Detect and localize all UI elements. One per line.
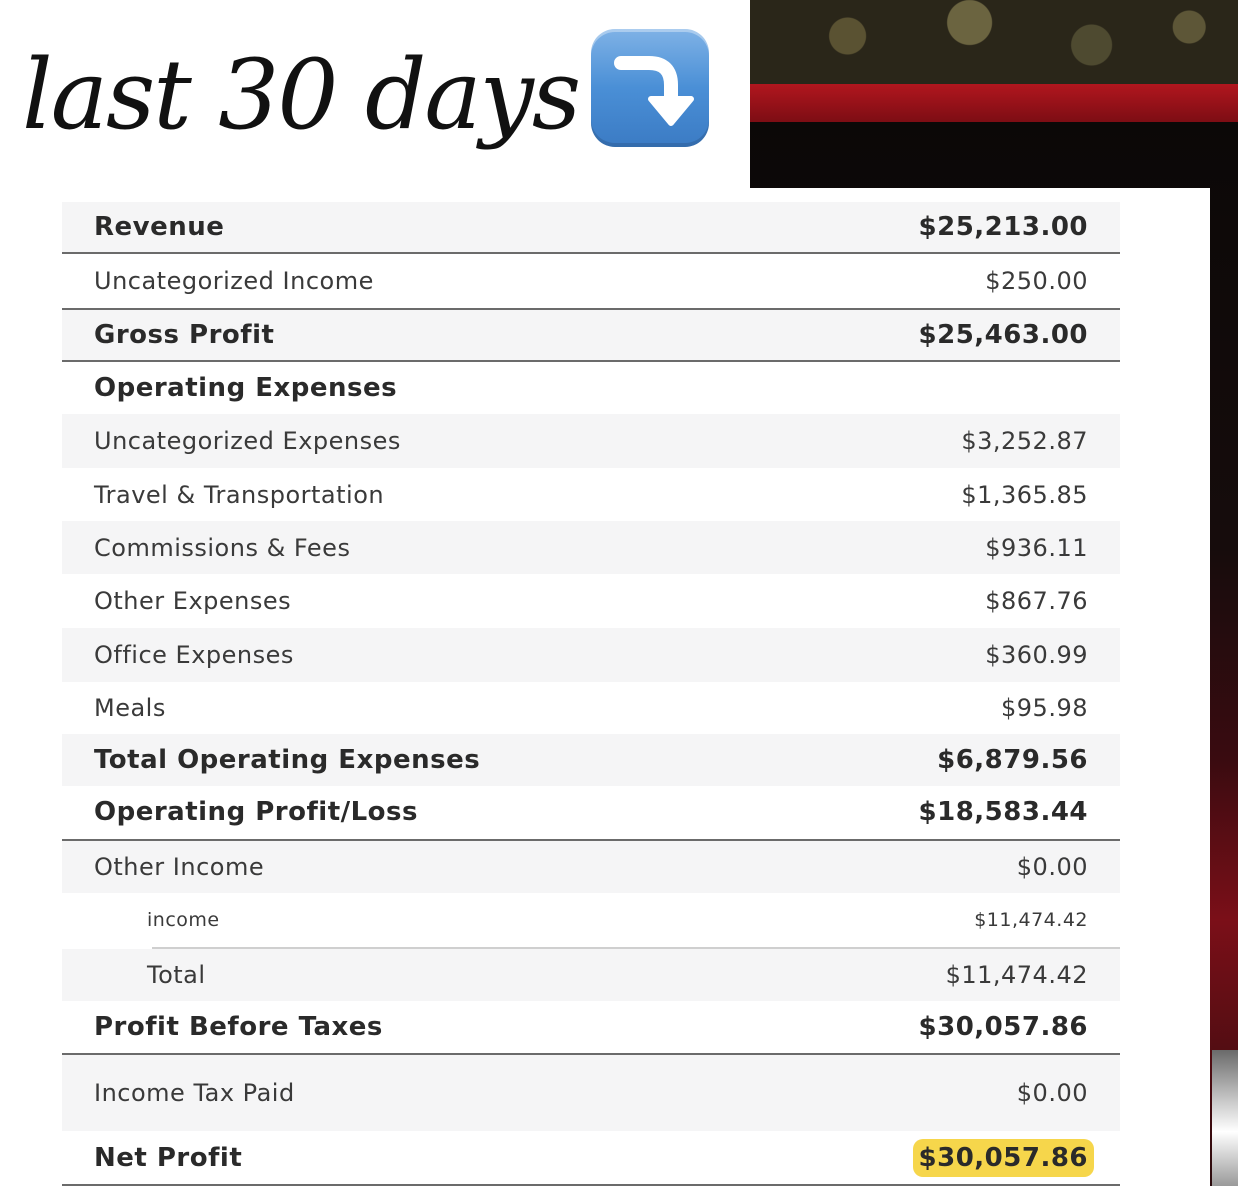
expense-amount: $3,252.87 xyxy=(961,427,1088,455)
other-income-label: Other Income xyxy=(94,853,265,881)
profit-before-taxes-label: Profit Before Taxes xyxy=(94,1012,383,1042)
photo-car-stripe xyxy=(750,84,1238,122)
expense-row: Meals $95.98 xyxy=(62,682,1120,734)
other-income-detail-row: income $11,474.42 xyxy=(62,893,1120,947)
gross-profit-amount: $25,463.00 xyxy=(918,320,1088,350)
income-tax-paid-row: Income Tax Paid $0.00 xyxy=(62,1055,1120,1131)
expense-row: Office Expenses $360.99 xyxy=(62,628,1120,682)
revenue-amount: $25,213.00 xyxy=(918,212,1088,242)
expense-label: Uncategorized Expenses xyxy=(94,427,401,455)
net-profit-row: Net Profit $30,057.86 xyxy=(62,1131,1120,1185)
total-operating-expenses-label: Total Operating Expenses xyxy=(94,745,481,775)
operating-expenses-header: Operating Expenses xyxy=(94,373,398,403)
total-operating-expenses-row: Total Operating Expenses $6,879.56 xyxy=(62,734,1120,786)
other-income-detail-label: income xyxy=(147,909,220,931)
operating-profit-loss-row: Operating Profit/Loss $18,583.44 xyxy=(62,786,1120,838)
net-profit-label: Net Profit xyxy=(94,1143,243,1173)
expense-amount: $936.11 xyxy=(985,533,1088,562)
other-income-row: Other Income $0.00 xyxy=(62,841,1120,893)
expense-row: Uncategorized Expenses $3,252.87 xyxy=(62,414,1120,468)
expense-amount: $867.76 xyxy=(985,587,1088,615)
photo-chrome-trim xyxy=(1212,1050,1238,1186)
other-income-detail-amount: $11,474.42 xyxy=(974,909,1088,931)
expense-label: Travel & Transportation xyxy=(94,480,385,509)
expense-amount: $1,365.85 xyxy=(961,480,1088,509)
uncategorized-income-row: Uncategorized Income $250.00 xyxy=(62,254,1120,308)
expense-row: Commissions & Fees $936.11 xyxy=(62,521,1120,574)
uncategorized-income-label: Uncategorized Income xyxy=(94,267,374,295)
uncategorized-income-amount: $250.00 xyxy=(985,267,1088,295)
revenue-label: Revenue xyxy=(94,212,225,242)
gross-profit-row: Gross Profit $25,463.00 xyxy=(62,310,1120,360)
revenue-row: Revenue $25,213.00 xyxy=(62,202,1120,252)
expense-label: Other Expenses xyxy=(94,587,292,615)
expense-row: Other Expenses $867.76 xyxy=(62,574,1120,628)
income-tax-paid-label: Income Tax Paid xyxy=(94,1079,295,1107)
expense-label: Meals xyxy=(94,694,166,722)
expense-amount: $360.99 xyxy=(985,641,1088,669)
photo-foliage xyxy=(750,0,1238,90)
other-income-amount: $0.00 xyxy=(1016,853,1088,881)
operating-profit-loss-amount: $18,583.44 xyxy=(918,797,1088,827)
income-tax-paid-amount: $0.00 xyxy=(1016,1079,1088,1107)
total-operating-expenses-amount: $6,879.56 xyxy=(937,745,1088,775)
expense-label: Office Expenses xyxy=(94,641,294,669)
page-title: last 30 days xyxy=(22,39,581,151)
profit-before-taxes-row: Profit Before Taxes $30,057.86 xyxy=(62,1001,1120,1053)
other-income-total-label: Total xyxy=(147,961,206,989)
expense-row: Travel & Transportation $1,365.85 xyxy=(62,468,1120,521)
operating-profit-loss-label: Operating Profit/Loss xyxy=(94,797,418,827)
other-income-total-amount: $11,474.42 xyxy=(945,961,1088,989)
expense-amount: $95.98 xyxy=(1001,694,1088,722)
operating-expenses-header-row: Operating Expenses xyxy=(62,362,1120,414)
right-arrow-curving-down-icon xyxy=(591,29,709,147)
expense-label: Commissions & Fees xyxy=(94,533,351,562)
gross-profit-label: Gross Profit xyxy=(94,320,275,350)
profit-loss-report: Revenue $25,213.00 Uncategorized Income … xyxy=(0,188,1210,1186)
other-income-total-row: Total $11,474.42 xyxy=(62,949,1120,1001)
net-profit-amount: $30,057.86 xyxy=(912,1139,1094,1177)
profit-before-taxes-amount: $30,057.86 xyxy=(918,1012,1088,1042)
